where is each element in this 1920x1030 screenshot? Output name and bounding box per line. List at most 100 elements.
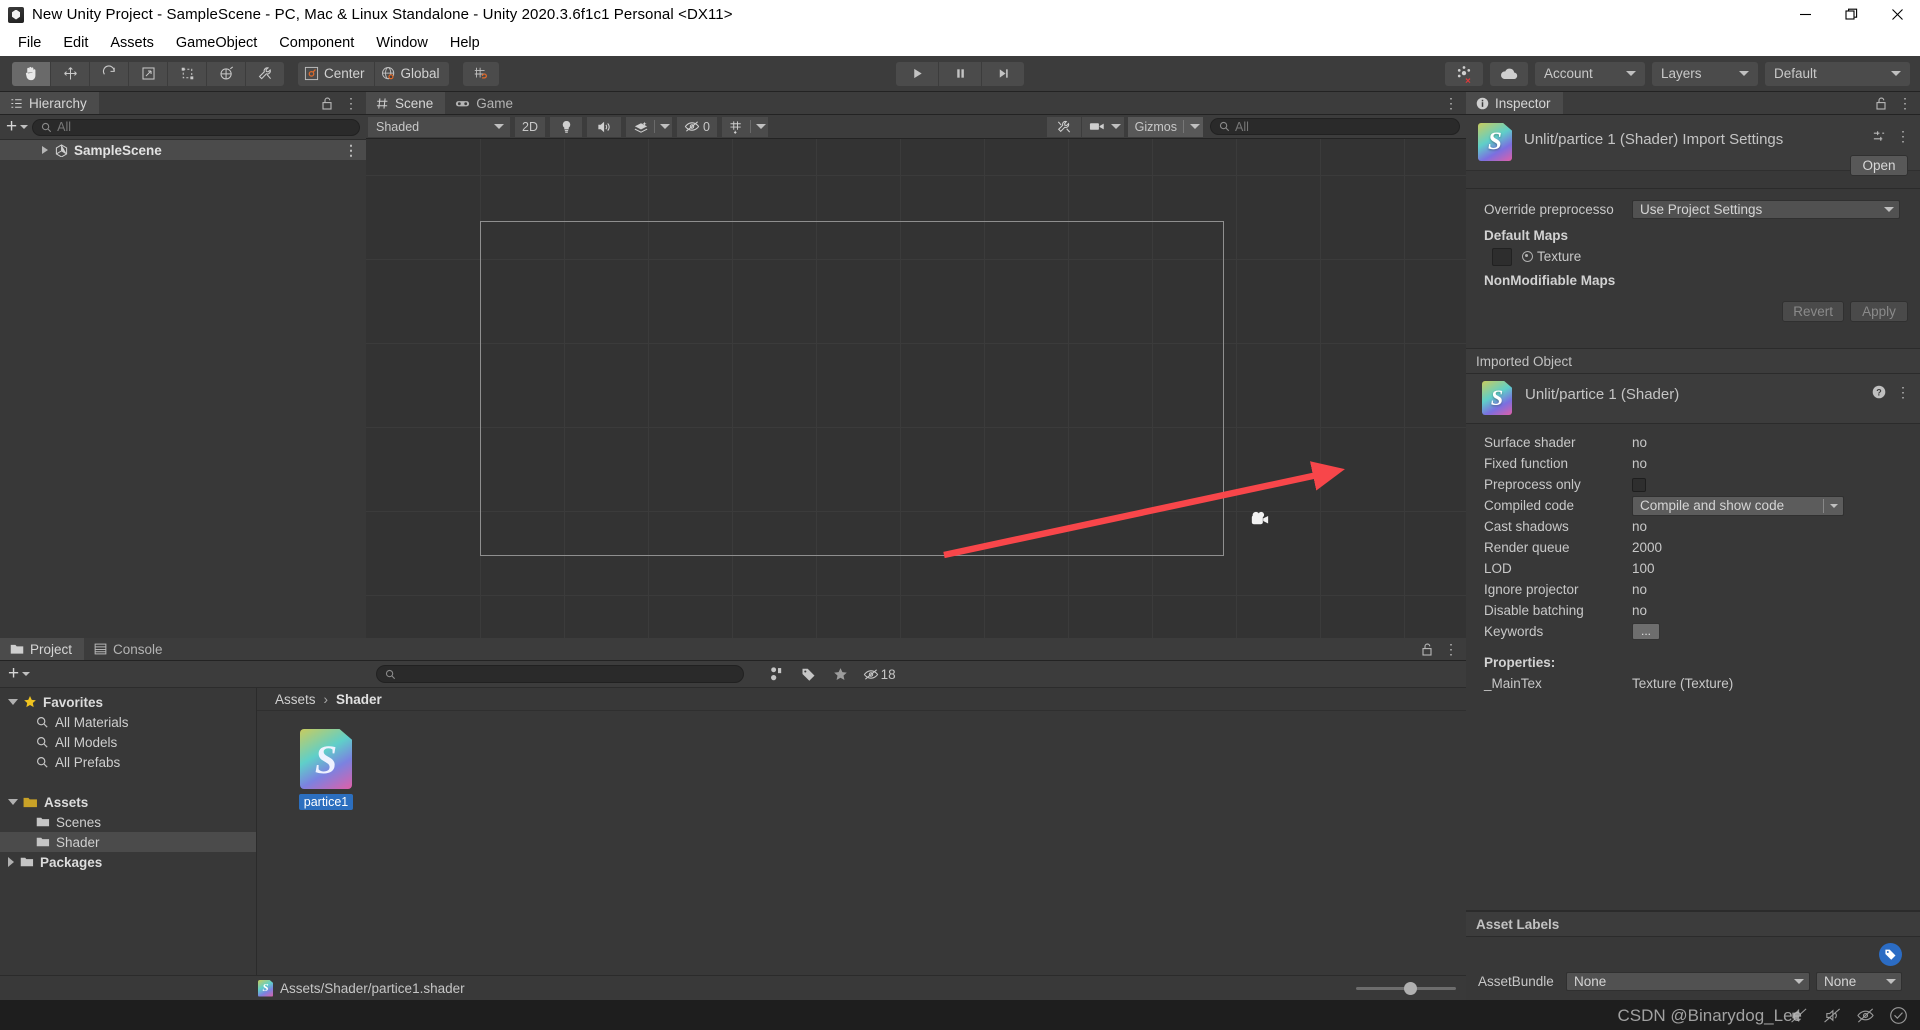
object-selector-icon[interactable] — [1522, 251, 1533, 262]
tree-item-all-prefabs[interactable]: All Prefabs — [0, 752, 256, 772]
toggle-2d-button[interactable]: 2D — [515, 116, 545, 137]
lock-open-icon[interactable] — [1422, 643, 1434, 656]
zoom-slider-knob[interactable] — [1404, 981, 1417, 995]
cloud-icon[interactable] — [1490, 61, 1528, 86]
chevron-down-icon[interactable] — [660, 124, 670, 129]
preprocess-only-checkbox[interactable] — [1632, 477, 1646, 492]
scene-canvas[interactable] — [366, 139, 1466, 661]
custom-tool-button[interactable] — [246, 61, 284, 86]
kebab-menu-icon[interactable]: ⋮ — [344, 96, 358, 110]
draw-mode-dropdown[interactable]: Shaded — [368, 116, 510, 137]
step-button[interactable] — [982, 61, 1024, 86]
chevron-right-icon[interactable] — [42, 146, 48, 154]
rotate-tool-button[interactable] — [90, 61, 128, 86]
no-audio-icon[interactable] — [1823, 1007, 1842, 1024]
asset-item-partice1[interactable]: S partice1 — [291, 729, 361, 810]
tree-item-shader[interactable]: Shader — [0, 832, 256, 852]
hierarchy-search-input[interactable]: All — [32, 118, 360, 136]
check-circle-icon[interactable] — [1889, 1006, 1908, 1025]
texture-object-field[interactable] — [1492, 247, 1512, 266]
assetbundle-dropdown[interactable]: None — [1566, 971, 1810, 991]
lock-open-icon[interactable] — [1876, 97, 1888, 110]
scene-tools-icon[interactable] — [1046, 116, 1081, 137]
kebab-menu-icon[interactable]: ⋮ — [1896, 385, 1910, 399]
layers-dropdown[interactable]: Layers — [1652, 61, 1758, 86]
tab-project[interactable]: Project — [0, 638, 85, 660]
scene-search-input[interactable]: All — [1210, 118, 1460, 135]
kebab-menu-icon[interactable]: ⋮ — [1896, 129, 1910, 143]
close-icon[interactable] — [1874, 0, 1920, 29]
scale-tool-button[interactable] — [129, 61, 167, 86]
asset-zoom-slider[interactable] — [1356, 981, 1456, 995]
open-button[interactable]: Open — [1850, 155, 1908, 176]
hand-tool-button[interactable] — [12, 61, 50, 86]
keywords-button[interactable]: ... — [1632, 623, 1660, 640]
hidden-assets-count[interactable]: 18 — [856, 663, 902, 685]
layout-dropdown[interactable]: Default — [1765, 61, 1910, 86]
tree-item-packages[interactable]: Packages — [0, 852, 256, 872]
move-tool-button[interactable] — [51, 61, 89, 86]
chevron-down-icon[interactable] — [1110, 124, 1121, 129]
create-asset-button[interactable]: + — [8, 664, 31, 683]
tab-inspector[interactable]: Inspector — [1466, 92, 1563, 114]
override-preprocessor-dropdown[interactable]: Use Project Settings — [1632, 200, 1900, 219]
rect-transform-tool-button[interactable] — [168, 61, 206, 86]
tab-console[interactable]: Console — [84, 638, 175, 660]
account-dropdown[interactable]: Account — [1535, 61, 1645, 86]
tree-item-all-materials[interactable]: All Materials — [0, 712, 256, 732]
pause-button[interactable] — [939, 61, 981, 86]
chevron-right-icon[interactable] — [8, 857, 14, 867]
preset-icon[interactable] — [1872, 129, 1886, 143]
menu-assets[interactable]: Assets — [99, 33, 165, 53]
assetbundle-variant-dropdown[interactable]: None — [1816, 971, 1902, 991]
favorite-star-icon[interactable] — [824, 663, 856, 685]
space-mode-button[interactable]: Global — [374, 61, 449, 86]
apply-button[interactable]: Apply — [1850, 301, 1908, 322]
chevron-down-icon[interactable] — [8, 699, 18, 705]
hidden-objects-toggle[interactable]: 0 — [677, 116, 717, 137]
menu-gameobject[interactable]: GameObject — [165, 33, 268, 53]
tree-item-scenes[interactable]: Scenes — [0, 812, 256, 832]
grid-snap-icon[interactable] — [462, 61, 499, 86]
help-circle-icon[interactable]: ? — [1872, 385, 1886, 399]
tab-game[interactable]: Game — [445, 92, 525, 114]
breadcrumb-assets[interactable]: Assets — [275, 692, 316, 707]
project-search-input[interactable] — [376, 665, 745, 683]
hidden-eye-icon[interactable] — [1856, 1007, 1875, 1024]
camera-gizmo-icon[interactable] — [1250, 510, 1272, 527]
tree-item-all-models[interactable]: All Models — [0, 732, 256, 752]
chevron-down-icon[interactable] — [755, 124, 766, 129]
chevron-down-icon[interactable] — [1190, 124, 1200, 129]
menu-window[interactable]: Window — [365, 33, 439, 53]
grid-visibility-icon[interactable] — [721, 116, 768, 137]
play-button[interactable] — [896, 61, 938, 86]
kebab-menu-icon[interactable]: ⋮ — [1444, 642, 1458, 656]
light-bulb-icon[interactable] — [550, 116, 582, 137]
menu-help[interactable]: Help — [439, 33, 491, 53]
pivot-mode-button[interactable]: Center — [298, 61, 374, 86]
speaker-icon[interactable] — [587, 116, 621, 137]
chevron-down-icon[interactable] — [8, 799, 18, 805]
kebab-menu-icon[interactable]: ⋮ — [1444, 96, 1458, 110]
gizmos-dropdown[interactable]: Gizmos — [1127, 116, 1203, 137]
tree-item-assets[interactable]: Assets — [0, 792, 256, 812]
label-tag-icon[interactable] — [1879, 943, 1902, 966]
revert-button[interactable]: Revert — [1782, 301, 1844, 322]
menu-edit[interactable]: Edit — [52, 33, 99, 53]
tab-hierarchy[interactable]: Hierarchy — [0, 92, 99, 114]
minimize-icon[interactable] — [1782, 0, 1828, 29]
lock-open-icon[interactable] — [322, 97, 334, 110]
tree-item-favorites[interactable]: Favorites — [0, 692, 256, 712]
maximize-icon[interactable] — [1828, 0, 1874, 29]
menu-file[interactable]: File — [7, 33, 52, 53]
kebab-menu-icon[interactable]: ⋮ — [1898, 96, 1912, 110]
kebab-menu-icon[interactable]: ⋮ — [344, 143, 358, 157]
create-gameobject-button[interactable]: + — [6, 117, 29, 136]
effects-icon[interactable] — [626, 116, 672, 137]
tab-scene[interactable]: Scene — [366, 92, 446, 114]
asset-type-filter-icon[interactable] — [760, 663, 792, 685]
scene-camera-icon[interactable] — [1081, 116, 1124, 137]
breadcrumb-shader[interactable]: Shader — [336, 692, 382, 707]
compiled-code-dropdown[interactable]: Compile and show code — [1632, 495, 1844, 516]
collab-icon[interactable] — [1445, 61, 1483, 86]
